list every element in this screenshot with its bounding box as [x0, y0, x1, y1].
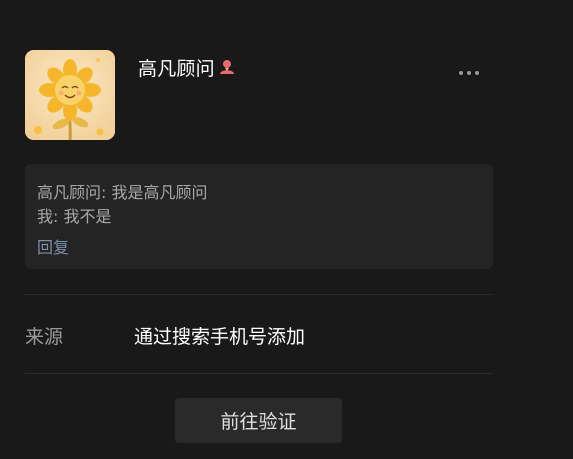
message-line-self: 我: 我不是 [37, 207, 112, 226]
more-dots-icon [459, 71, 479, 75]
source-label: 来源 [25, 326, 64, 348]
divider [25, 294, 493, 295]
contact-avatar[interactable] [25, 50, 115, 140]
message-line-contact: 高凡顾问: 我是高凡顾问 [37, 183, 208, 202]
sunflower-avatar-icon [25, 50, 115, 140]
go-verify-button[interactable]: 前往验证 [175, 398, 342, 443]
greeting-message-card: 高凡顾问: 我是高凡顾问 我: 我不是 回复 [25, 164, 493, 269]
reply-link[interactable]: 回复 [37, 234, 69, 258]
contact-name-row: 高凡顾问 [138, 54, 236, 80]
female-icon [218, 58, 236, 76]
source-value: 通过搜索手机号添加 [134, 326, 306, 348]
divider [25, 373, 493, 374]
more-button[interactable] [455, 64, 483, 82]
contact-name: 高凡顾问 [138, 57, 215, 80]
